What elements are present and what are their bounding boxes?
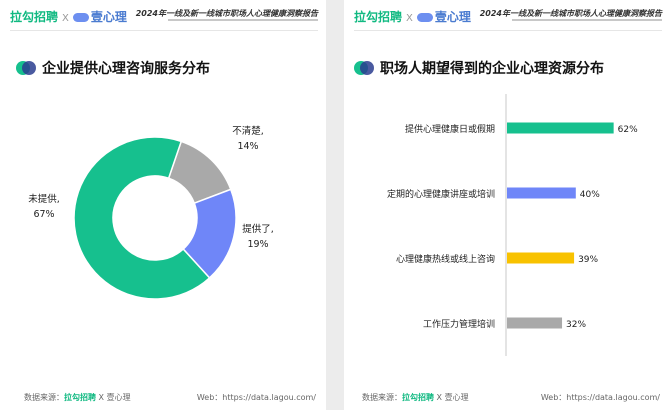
website-link[interactable]: Web：https://data.lagou.com/ xyxy=(541,392,660,403)
report-subtitle-line xyxy=(168,19,318,21)
title-bullet-icon xyxy=(354,61,374,75)
title-bullet-icon xyxy=(16,61,36,75)
brand-name: 拉勾招聘 xyxy=(354,10,403,24)
footer: 数据来源：拉勾招聘 X 壹心理 Web：https://data.lagou.c… xyxy=(362,392,660,403)
donut-chart: 不清楚, 14% 提供了, 19% 未提供, 67% xyxy=(28,125,274,300)
partner-name: 壹心理 xyxy=(434,10,471,24)
bar xyxy=(507,317,563,329)
cloud-logo-icon xyxy=(416,13,433,22)
chart-title-right: 职场人期望得到的企业心理资源分布 xyxy=(354,58,604,78)
brand-logo: 拉勾招聘 X 壹心理 xyxy=(10,8,127,25)
source-label: 数据来源： xyxy=(24,393,64,402)
website-link[interactable]: Web：https://data.lagou.com/ xyxy=(197,392,316,403)
slice-label: 未提供, xyxy=(28,193,60,205)
header-divider xyxy=(10,30,318,31)
header: 拉勾招聘 X 壹心理 2024年一线及新一线城市职场人心理健康洞察报告 xyxy=(354,0,662,30)
source-brand: 拉勾招聘 xyxy=(402,393,434,402)
chart-title-left: 企业提供心理咨询服务分布 xyxy=(16,58,210,78)
brand-separator: X xyxy=(406,13,413,24)
header-divider xyxy=(354,30,662,31)
category-label: 提供心理健康日或假期 xyxy=(405,123,495,135)
report-title: 2024年一线及新一线城市职场人心理健康洞察报告 xyxy=(135,9,318,18)
bar xyxy=(507,252,575,264)
source-brand: 拉勾招聘 xyxy=(64,393,96,402)
source-separator: X xyxy=(98,393,105,402)
bar-value-label: 40% xyxy=(580,190,600,200)
bar-value-label: 32% xyxy=(566,320,586,330)
panel-left: 拉勾招聘 X 壹心理 2024年一线及新一线城市职场人心理健康洞察报告 企业提供心理… xyxy=(0,0,326,410)
panel-right: 拉勾招聘 X 壹心理 2024年一线及新一线城市职场人心理健康洞察报告 职场人期望得… xyxy=(344,0,670,410)
bar-value-label: 62% xyxy=(618,125,638,135)
category-label: 定期的心理健康讲座或培训 xyxy=(387,188,495,200)
chart-title-text: 企业提供心理咨询服务分布 xyxy=(42,61,210,77)
header: 拉勾招聘 X 壹心理 2024年一线及新一线城市职场人心理健康洞察报告 xyxy=(10,0,318,30)
bar-value-label: 39% xyxy=(578,255,598,265)
partner-name: 壹心理 xyxy=(90,10,127,24)
source-partner: 壹心理 xyxy=(106,393,131,402)
category-label: 心理健康热线或线上咨询 xyxy=(396,253,495,265)
slice-value-label: 67% xyxy=(33,209,54,220)
bar xyxy=(507,122,614,134)
source-label: 数据来源： xyxy=(362,393,402,402)
chart-title-text: 职场人期望得到的企业心理资源分布 xyxy=(380,61,604,77)
source-partner: 壹心理 xyxy=(444,393,469,402)
category-label: 工作压力管理培训 xyxy=(423,318,495,330)
bar-chart: 提供心理健康日或假期 62% 定期的心理健康讲座或培训 40% 心理健康热线或线上咨询 3… xyxy=(387,94,638,356)
slice-label: 提供了, xyxy=(242,223,274,235)
report-title: 2024年一线及新一线城市职场人心理健康洞察报告 xyxy=(479,9,662,18)
footer: 数据来源：拉勾招聘 X 壹心理 Web：https://data.lagou.c… xyxy=(24,392,316,403)
brand-separator: X xyxy=(62,13,69,24)
bar xyxy=(507,187,576,199)
report-subtitle-line xyxy=(512,19,662,21)
slice-label: 不清楚, xyxy=(232,125,264,137)
brand-logo: 拉勾招聘 X 壹心理 xyxy=(354,8,471,25)
source-separator: X xyxy=(436,393,443,402)
brand-name: 拉勾招聘 xyxy=(10,10,59,24)
slice-value-label: 19% xyxy=(247,239,268,250)
slice-value-label: 14% xyxy=(237,141,258,152)
cloud-logo-icon xyxy=(72,13,89,22)
